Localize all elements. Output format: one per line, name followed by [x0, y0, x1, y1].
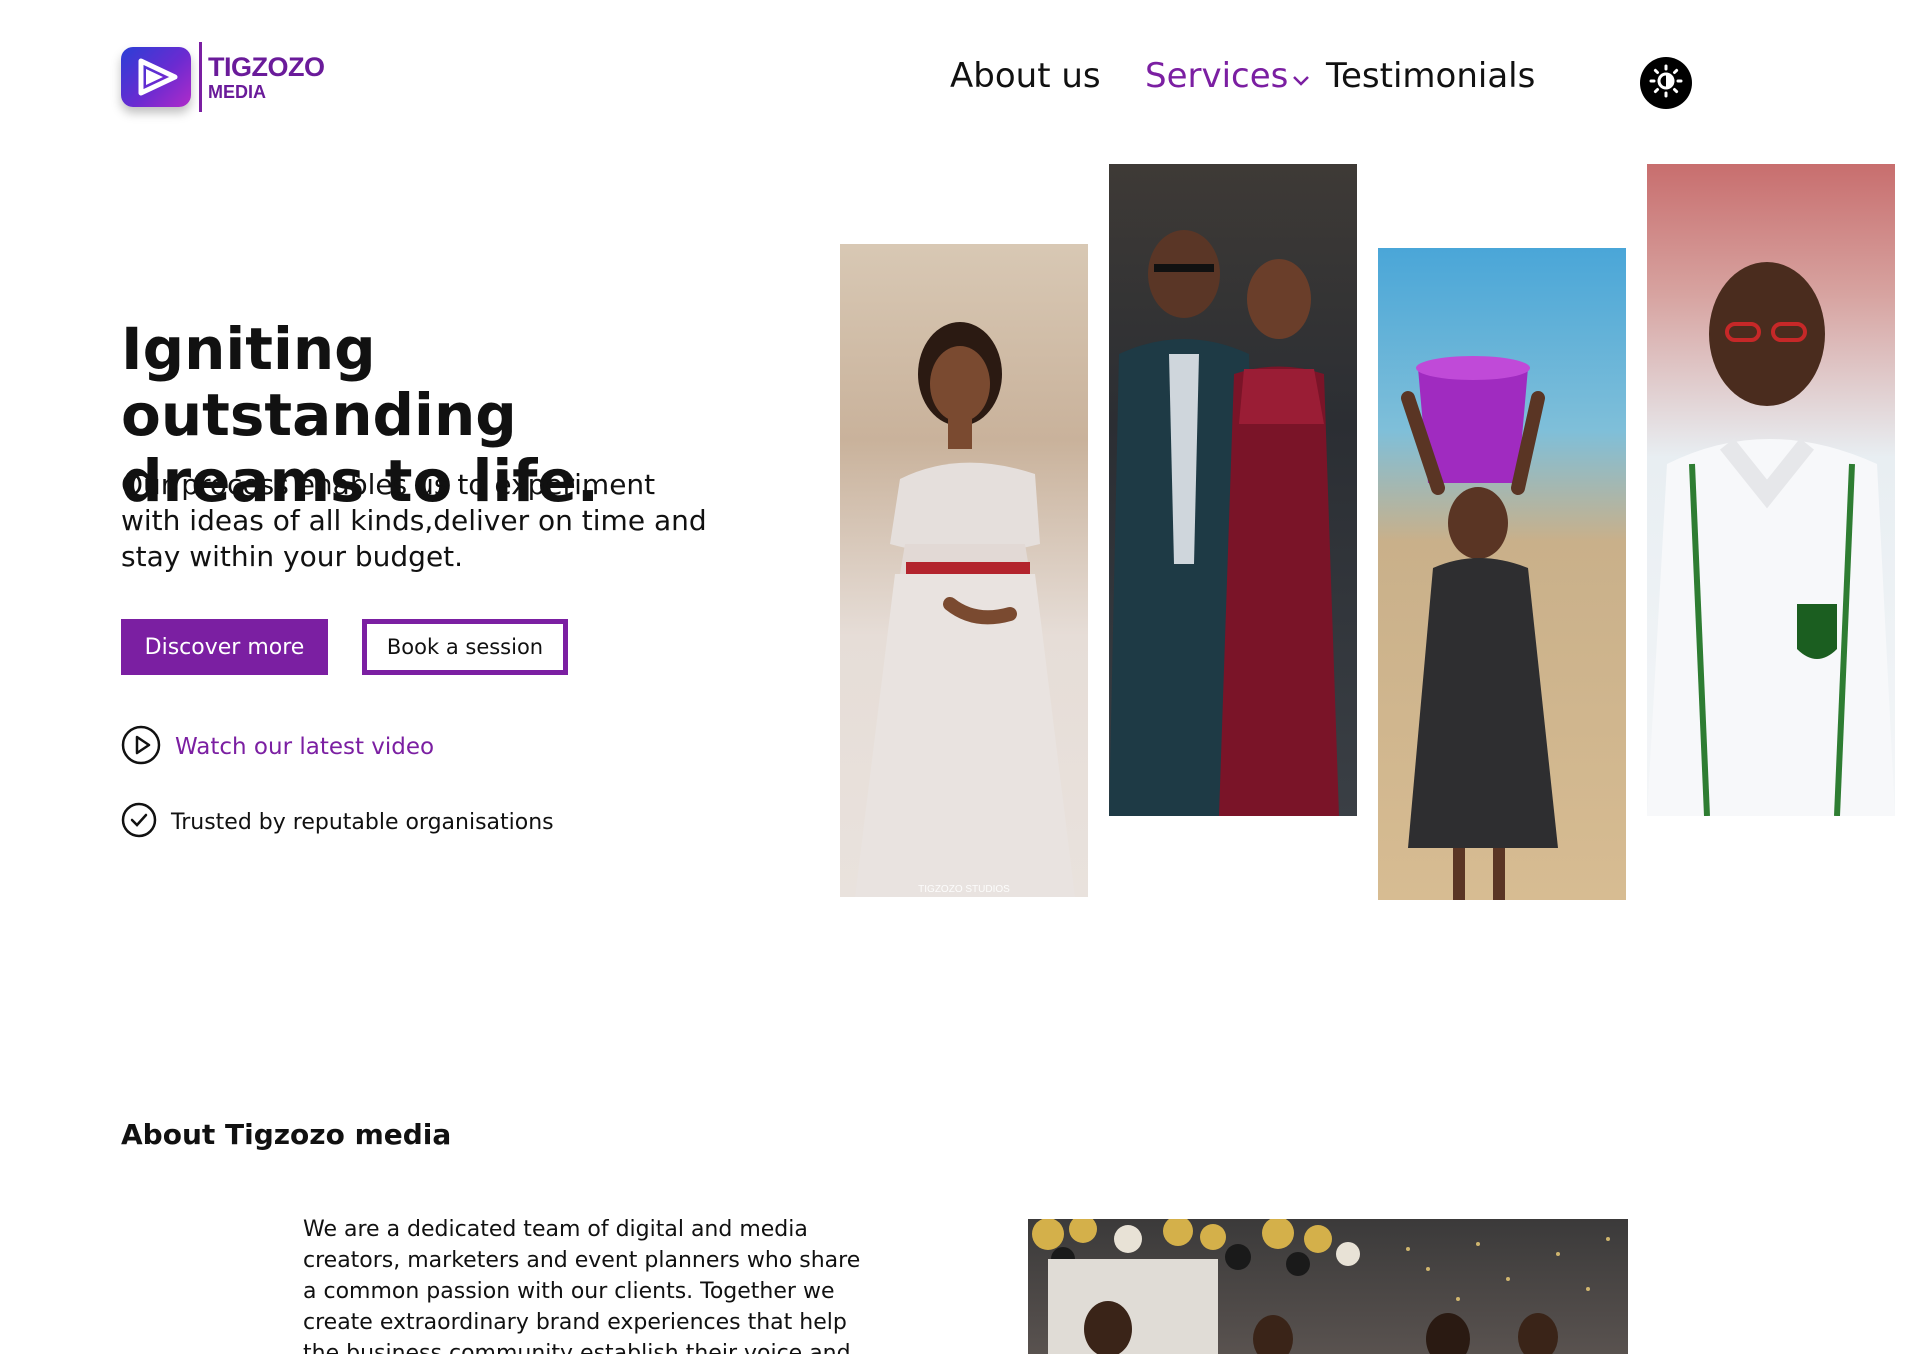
- discover-more-button[interactable]: Discover more: [121, 619, 328, 675]
- student-illustration: [1647, 262, 1895, 816]
- nav-services[interactable]: Services: [1145, 56, 1310, 96]
- gallery-photo-student: [1647, 164, 1895, 816]
- logo-divider: [199, 42, 202, 112]
- event-illustration: [1032, 1219, 1610, 1354]
- about-text: We are a dedicated team of digital and m…: [303, 1217, 861, 1354]
- gallery-photo-woman-in-dress: TIGZOZO STUDIOS: [840, 244, 1088, 897]
- hero-subtitle: Our process enables us to experiment wit…: [121, 468, 707, 573]
- woman-in-dress-illustration: [855, 322, 1075, 897]
- about-heading: About Tigzozo media: [121, 1118, 452, 1151]
- gallery-photo-child-with-bucket: [1378, 248, 1626, 900]
- sun-icon: [1649, 64, 1683, 102]
- watch-video-label: Watch our latest video: [175, 734, 435, 760]
- play-logo-icon: [121, 47, 191, 107]
- play-circle-icon: [121, 725, 161, 769]
- check-circle-icon: [121, 802, 157, 842]
- book-session-button[interactable]: Book a session: [362, 619, 568, 675]
- couple-illustration: [1109, 230, 1339, 816]
- logo-wordmark: TIGZOZO MEDIA: [208, 51, 325, 102]
- chevron-down-icon: [1292, 56, 1310, 96]
- nav-services-label: Services: [1145, 56, 1289, 96]
- theme-toggle-button[interactable]: [1640, 57, 1692, 109]
- logo-name: TIGZOZO: [208, 51, 325, 82]
- photo-watermark: TIGZOZO STUDIOS: [918, 884, 1010, 895]
- about-event-photo: [1028, 1219, 1628, 1354]
- watch-video-link[interactable]: Watch our latest video: [121, 725, 434, 769]
- nav-testimonials[interactable]: Testimonials: [1326, 56, 1535, 96]
- trusted-label: Trusted by reputable organisations: [171, 809, 554, 835]
- brand-logo[interactable]: TIGZOZO MEDIA: [121, 42, 331, 112]
- logo-subname: MEDIA: [208, 81, 266, 102]
- gallery-photo-couple: [1109, 164, 1357, 816]
- trusted-badge: Trusted by reputable organisations: [121, 802, 554, 842]
- nav-about-us[interactable]: About us: [950, 56, 1101, 96]
- child-with-bucket-illustration: [1401, 356, 1558, 900]
